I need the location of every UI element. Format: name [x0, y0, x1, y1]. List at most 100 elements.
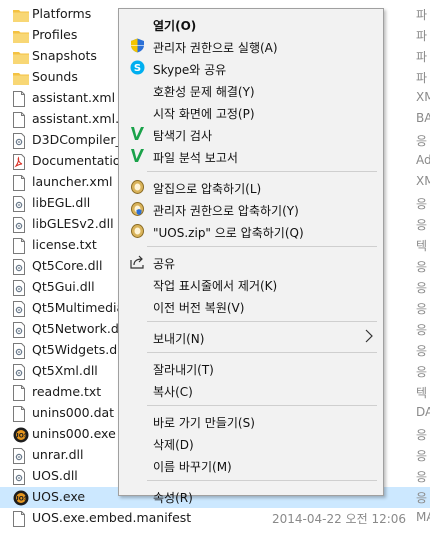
file-icon — [13, 511, 27, 527]
file-type: 응 — [416, 428, 428, 442]
dll-icon — [13, 301, 27, 317]
menu-item-label: 이전 버전 복원(V) — [153, 301, 245, 315]
menu-item[interactable]: 열기(O) — [119, 13, 383, 35]
file-name: unrar.dll — [32, 447, 84, 462]
file-type: 파 — [416, 71, 428, 85]
file-name: Qt5Widgets.dll — [32, 342, 125, 357]
file-icon — [13, 406, 27, 422]
file-name: Qt5Multimedia. — [32, 300, 129, 315]
menu-item[interactable]: 바로 가기 만들기(S) — [119, 410, 383, 432]
menu-separator — [147, 352, 377, 353]
dll-icon — [13, 364, 27, 380]
file-date: 2014-04-22 오전 12:06 — [272, 512, 407, 526]
menu-item-label: "UOS.zip" 으로 압축하기(Q) — [153, 226, 304, 240]
file-type: 응 — [416, 134, 428, 148]
dll-icon — [13, 196, 27, 212]
menu-separator — [147, 246, 377, 247]
shield-icon — [130, 38, 145, 53]
menu-item-label: 복사(C) — [153, 385, 193, 399]
folder-icon — [13, 7, 29, 23]
dll-icon — [13, 133, 27, 149]
menu-item-label: 잘라내기(T) — [153, 363, 214, 377]
menu-item-label: 공유 — [153, 257, 176, 271]
menu-item-label: 바로 가기 만들기(S) — [153, 416, 255, 430]
file-type: 응 — [416, 260, 428, 274]
file-name: Sounds — [32, 69, 78, 84]
menu-item[interactable]: 시작 화면에 고정(P) — [119, 101, 383, 123]
file-type: 응 — [416, 302, 428, 316]
file-name: libEGL.dll — [32, 195, 91, 210]
menu-item[interactable]: 공유 — [119, 251, 383, 273]
menu-item-label: 속성(R) — [153, 491, 193, 505]
menu-item-label: 작업 표시줄에서 제거(K) — [153, 279, 278, 293]
file-type: 응 — [416, 365, 428, 379]
file-name: UOS.dll — [32, 468, 78, 483]
file-name: Qt5Xml.dll — [32, 363, 98, 378]
file-name: Qt5Core.dll — [32, 258, 103, 273]
menu-item-label: 열기(O) — [153, 19, 197, 33]
menu-item[interactable]: 이전 버전 복원(V) — [119, 295, 383, 317]
file-row[interactable]: UOS.exe.embed.manifest 2014-04-22 오전 12:0… — [0, 508, 430, 529]
file-name: launcher.xml — [32, 174, 113, 189]
dll-icon — [13, 217, 27, 233]
file-type: XM — [416, 90, 430, 104]
menu-item[interactable]: 보내기(N) — [119, 326, 383, 348]
menu-item-label: 호환성 문제 해결(Y) — [153, 85, 255, 99]
file-name: libGLESv2.dll — [32, 216, 114, 231]
share-icon — [130, 254, 145, 269]
menu-separator — [147, 480, 377, 481]
file-name: Snapshots — [32, 48, 97, 63]
menu-item[interactable]: 삭제(D) — [119, 432, 383, 454]
alzip-admin-icon — [130, 201, 145, 216]
menu-item[interactable]: 속성(R) — [119, 485, 383, 507]
file-icon — [13, 385, 27, 401]
file-type: 파 — [416, 29, 428, 43]
menu-item[interactable]: 이름 바꾸기(M) — [119, 454, 383, 476]
dll-icon — [13, 469, 27, 485]
menu-item[interactable]: "UOS.zip" 으로 압축하기(Q) — [119, 220, 383, 242]
file-name: Qt5Gui.dll — [32, 279, 95, 294]
file-type: 응 — [416, 344, 428, 358]
alzip-icon — [130, 223, 145, 238]
alzip-icon — [130, 179, 145, 194]
menu-item[interactable]: 관리자 권한으로 압축하기(Y) — [119, 198, 383, 220]
menu-item-label: 이름 바꾸기(M) — [153, 460, 232, 474]
file-name: assistant.xml — [32, 90, 116, 105]
menu-item[interactable]: 잘라내기(T) — [119, 357, 383, 379]
file-icon — [13, 238, 27, 254]
v3-icon — [130, 126, 145, 141]
menu-item[interactable]: S Skype와 공유 — [119, 57, 383, 79]
menu-item-label: Skype와 공유 — [153, 63, 227, 77]
svg-text:UOS: UOS — [14, 496, 28, 503]
file-type: XM — [416, 174, 430, 188]
dll-icon — [13, 322, 27, 338]
file-name: Profiles — [32, 27, 78, 42]
uos-icon: UOS — [13, 490, 29, 506]
menu-item[interactable]: 작업 표시줄에서 제거(K) — [119, 273, 383, 295]
file-type: 응 — [416, 197, 428, 211]
file-type: 응 — [416, 491, 428, 505]
file-type: 텍 — [416, 239, 428, 253]
svg-text:S: S — [134, 63, 141, 74]
context-menu: 열기(O) 관리자 권한으로 실행(A) S Skype와 공유호환성 문제 해결(Y… — [118, 8, 384, 505]
file-type: 파 — [416, 50, 428, 64]
dll-icon — [13, 280, 27, 296]
menu-item[interactable]: 관리자 권한으로 실행(A) — [119, 35, 383, 57]
file-name: UOS.exe — [32, 489, 86, 504]
file-type: 응 — [416, 470, 428, 484]
menu-item[interactable]: 알집으로 압축하기(L) — [119, 176, 383, 198]
menu-item-label: 보내기(N) — [153, 332, 205, 346]
uos-icon: UOS — [13, 427, 29, 443]
menu-item[interactable]: 호환성 문제 해결(Y) — [119, 79, 383, 101]
menu-item[interactable]: 탐색기 검사 — [119, 123, 383, 145]
menu-separator — [147, 405, 377, 406]
menu-item[interactable]: 복사(C) — [119, 379, 383, 401]
file-name: D3DCompiler_4 — [32, 132, 130, 147]
skype-icon: S — [130, 60, 145, 75]
file-type: Ad — [416, 153, 430, 167]
dll-icon — [13, 343, 27, 359]
file-icon — [13, 112, 27, 128]
folder-icon — [13, 49, 29, 65]
menu-item[interactable]: 파일 분석 보고서 — [119, 145, 383, 167]
menu-item-label: 시작 화면에 고정(P) — [153, 107, 255, 121]
